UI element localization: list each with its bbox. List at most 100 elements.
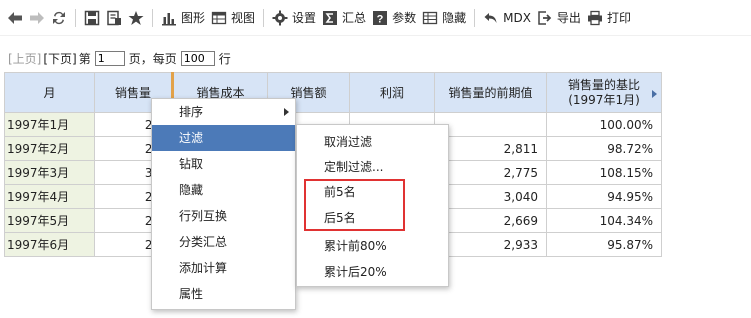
page-size-input[interactable] bbox=[180, 50, 215, 66]
cell-prev-qty[interactable]: 2,775 bbox=[434, 160, 547, 185]
submenu-item-cumulative-top80[interactable]: 累计前80% bbox=[297, 233, 448, 259]
menu-item-label: 隐藏 bbox=[179, 183, 204, 197]
submenu-item-label: 累计后20% bbox=[324, 265, 387, 279]
toolbar-divider bbox=[474, 8, 476, 27]
settings-label: 设置 bbox=[292, 11, 317, 25]
menu-item-drill[interactable]: 钻取 bbox=[152, 151, 295, 177]
column-header-month[interactable]: 月 bbox=[4, 72, 95, 113]
column-header-profit[interactable]: 利润 bbox=[349, 72, 435, 113]
arrow-left-icon bbox=[8, 11, 22, 24]
column-header-base-ratio[interactable]: 销售量的基比 (1997年1月) bbox=[546, 72, 662, 113]
row-header-month[interactable]: 1997年6月 bbox=[4, 232, 95, 257]
forward-button[interactable] bbox=[26, 4, 48, 32]
save-button[interactable] bbox=[81, 4, 103, 32]
cell-base-ratio[interactable]: 94.95% bbox=[546, 184, 662, 209]
cell-prev-qty[interactable]: 2,811 bbox=[434, 136, 547, 161]
toolbar-divider bbox=[75, 8, 76, 27]
cell-base-ratio[interactable]: 108.15% bbox=[546, 160, 662, 185]
view-button[interactable]: 视图 bbox=[208, 4, 258, 32]
pager: [上页] [下页] 第 页，每页 行 bbox=[8, 50, 233, 66]
chart-button[interactable]: 图形 bbox=[158, 4, 208, 32]
summary-label: 汇总 bbox=[342, 11, 367, 25]
row-header-month[interactable]: 1997年5月 bbox=[4, 208, 95, 233]
menu-item-hide[interactable]: 隐藏 bbox=[152, 177, 295, 203]
annotation-highlight-box bbox=[304, 179, 405, 231]
export-icon bbox=[538, 10, 552, 25]
menu-item-swap-axes[interactable]: 行列互换 bbox=[152, 203, 295, 229]
refresh-icon bbox=[53, 11, 65, 24]
export-button[interactable]: 导出 bbox=[534, 4, 584, 32]
row-header-month[interactable]: 1997年4月 bbox=[4, 184, 95, 209]
next-page-link[interactable]: [下页] bbox=[43, 50, 76, 67]
submenu-item-custom-filter[interactable]: 定制过滤... bbox=[297, 154, 448, 180]
cell-prev-qty[interactable]: 2,933 bbox=[434, 232, 547, 257]
params-button[interactable]: ? 参数 bbox=[369, 4, 419, 32]
scroll-right-arrow-icon[interactable] bbox=[652, 90, 657, 98]
submenu-item-clear-filter[interactable]: 取消过滤 bbox=[297, 129, 448, 155]
arrow-right-icon bbox=[30, 11, 44, 24]
favorite-button[interactable] bbox=[125, 4, 147, 32]
menu-item-properties[interactable]: 属性 bbox=[152, 281, 295, 307]
submenu-arrow-icon bbox=[284, 108, 289, 116]
refresh-button[interactable] bbox=[48, 4, 70, 32]
summary-button[interactable]: 汇总 bbox=[319, 4, 369, 32]
hide-button[interactable]: 隐藏 bbox=[419, 4, 469, 32]
sigma-icon bbox=[323, 10, 338, 25]
menu-item-label: 添加计算 bbox=[179, 261, 228, 275]
printer-icon bbox=[587, 10, 602, 25]
menu-item-label: 属性 bbox=[179, 287, 204, 301]
row-header-month[interactable]: 1997年1月 bbox=[4, 112, 95, 137]
page-prefix: 第 bbox=[78, 51, 91, 66]
menu-item-label: 钻取 bbox=[179, 157, 204, 171]
settings-button[interactable]: 设置 bbox=[269, 4, 319, 32]
params-label: 参数 bbox=[392, 11, 417, 25]
row-header-month[interactable]: 1997年2月 bbox=[4, 136, 95, 161]
cell-prev-qty[interactable]: 3,040 bbox=[434, 184, 547, 209]
cell-base-ratio[interactable]: 100.00% bbox=[546, 112, 662, 137]
mdx-button[interactable]: MDX bbox=[480, 4, 534, 32]
gear-icon bbox=[272, 10, 288, 25]
toolbar-divider bbox=[263, 8, 265, 27]
context-menu: 排序 过滤 钻取 隐藏 行列互换 分类汇总 添加计算 属性 bbox=[151, 98, 296, 310]
print-button[interactable]: 打印 bbox=[584, 4, 634, 32]
save-as-button[interactable] bbox=[103, 4, 125, 32]
page-number-input[interactable] bbox=[94, 50, 125, 66]
chart-label: 图形 bbox=[181, 11, 206, 25]
save-icon bbox=[84, 10, 100, 25]
mdx-label: MDX bbox=[503, 10, 531, 25]
back-button[interactable] bbox=[4, 4, 26, 32]
menu-item-label: 过滤 bbox=[179, 131, 204, 145]
column-header-base-ratio-label: 销售量的基比 bbox=[567, 77, 640, 92]
column-header-prev-qty[interactable]: 销售量的前期值 bbox=[434, 72, 547, 113]
submenu-item-cumulative-bottom20[interactable]: 累计后20% bbox=[297, 259, 448, 285]
row-header-month[interactable]: 1997年3月 bbox=[4, 160, 95, 185]
undo-icon bbox=[484, 12, 497, 23]
hide-icon bbox=[422, 11, 438, 24]
menu-item-sort[interactable]: 排序 bbox=[152, 99, 295, 125]
menu-item-label: 分类汇总 bbox=[179, 235, 228, 249]
page-suffix: 页，每页 bbox=[128, 51, 177, 66]
menu-item-subtotal[interactable]: 分类汇总 bbox=[152, 229, 295, 255]
save-as-icon bbox=[107, 10, 121, 25]
toolbar-divider bbox=[152, 8, 153, 27]
table-view-icon bbox=[211, 11, 227, 24]
cell-base-ratio[interactable]: 104.34% bbox=[546, 208, 662, 233]
print-label: 打印 bbox=[606, 11, 631, 25]
cell-base-ratio[interactable]: 98.72% bbox=[546, 136, 662, 161]
submenu-item-label: 累计前80% bbox=[324, 239, 387, 253]
view-label: 视图 bbox=[231, 11, 256, 25]
menu-item-filter[interactable]: 过滤 bbox=[152, 125, 295, 151]
menu-item-label: 行列互换 bbox=[179, 209, 228, 223]
cell-prev-qty[interactable] bbox=[434, 112, 547, 137]
export-label: 导出 bbox=[556, 11, 581, 25]
size-suffix: 行 bbox=[218, 51, 231, 66]
cell-prev-qty[interactable]: 2,669 bbox=[434, 208, 547, 233]
star-icon bbox=[128, 10, 144, 25]
bar-chart-icon bbox=[162, 12, 176, 25]
submenu-item-label: 定制过滤... bbox=[324, 160, 384, 174]
svg-text:?: ? bbox=[377, 13, 384, 25]
menu-item-add-calc[interactable]: 添加计算 bbox=[152, 255, 295, 281]
cell-base-ratio[interactable]: 95.87% bbox=[546, 232, 662, 257]
prev-page-link[interactable]: [上页] bbox=[8, 50, 41, 67]
hide-label: 隐藏 bbox=[442, 11, 467, 25]
